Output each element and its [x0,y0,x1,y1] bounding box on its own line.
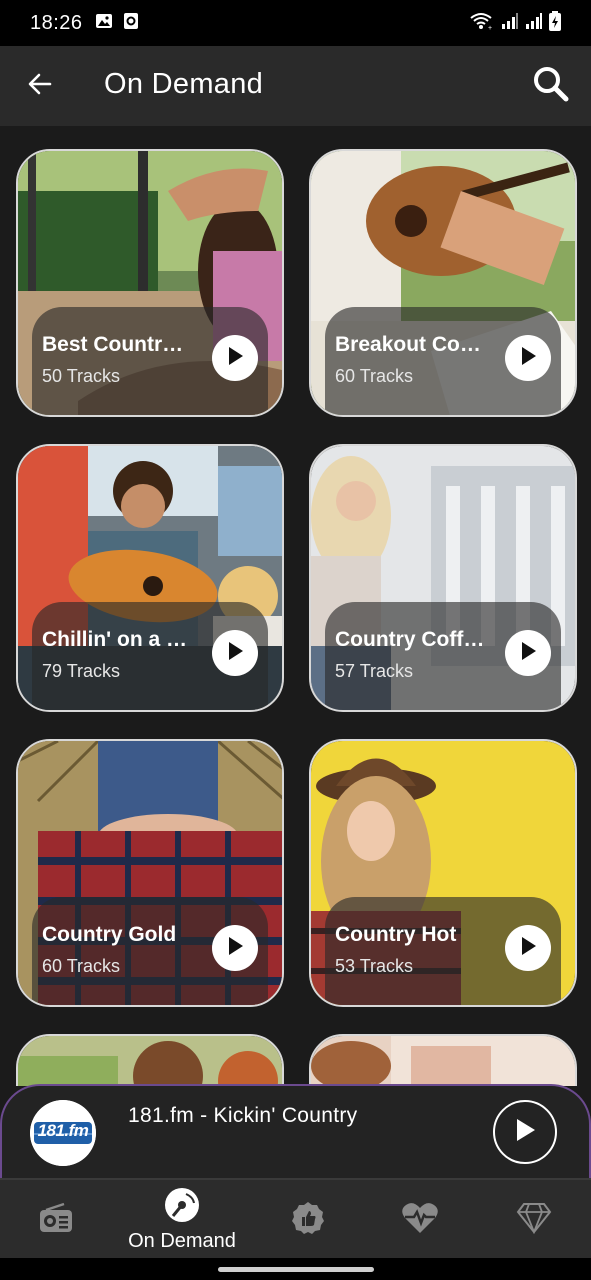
card-track-count: 50 Tracks [42,366,121,386]
wifi-icon: + [469,11,495,36]
now-playing-title: 181.fm - Kickin' Country [128,1104,358,1127]
status-time: 18:26 [30,11,83,34]
playlist-grid: Best Country ... 50 Tracks Breakout Cou.… [0,126,591,1086]
play-icon [519,936,537,961]
card-title: Country Hot [335,923,457,946]
playlist-artwork [311,1036,575,1086]
playlist-card[interactable] [16,1034,284,1086]
nav-on-demand[interactable]: On Demand [112,1180,252,1260]
back-button[interactable] [22,68,58,104]
gallery-icon [95,12,113,35]
playlist-card[interactable]: Chillin' on a Di... 79 Tracks [16,444,284,712]
diamond-icon [516,1202,552,1239]
playlist-artwork [18,1036,282,1086]
playlist-card[interactable]: Breakout Cou... 60 Tracks [309,149,577,417]
arrow-back-icon [26,70,54,103]
card-title: Country Gold [42,923,177,946]
card-track-count: 57 Tracks [335,661,414,681]
play-icon [519,641,537,666]
battery-icon [549,10,561,36]
status-bar: 18:26 + [0,0,591,46]
radio-icon [38,1202,74,1239]
signal-icon-1 [501,12,519,35]
app-bar: On Demand [0,46,591,126]
play-button[interactable] [505,925,551,971]
station-logo-text: 181.fm [37,1121,89,1140]
play-button[interactable] [505,630,551,676]
mini-player[interactable]: 181.fm 181.fm - Kickin' Country [0,1084,591,1178]
svg-text:+: + [488,25,492,31]
play-button[interactable] [212,335,258,381]
play-button[interactable] [212,925,258,971]
playlist-card[interactable]: Best Country ... 50 Tracks [16,149,284,417]
card-track-count: 53 Tracks [335,956,414,976]
nav-label-on-demand: On Demand [128,1230,236,1252]
card-track-count: 60 Tracks [42,956,121,976]
card-title: Breakout Cou... [335,333,485,356]
play-icon [226,346,244,371]
signal-icon-2 [525,12,543,35]
page-title: On Demand [104,68,264,100]
station-logo: 181.fm [30,1100,96,1166]
search-button[interactable] [531,66,571,106]
card-title: Chillin' on a Di... [42,628,192,651]
card-title: Best Country ... [42,333,192,356]
playlist-card[interactable]: Country Coffe... 57 Tracks [309,444,577,712]
playlist-card[interactable]: Country Hot 53 Tracks [309,739,577,1007]
card-track-count: 60 Tracks [335,366,414,386]
card-track-count: 79 Tracks [42,661,121,681]
heart-pulse-icon [401,1201,439,1240]
home-indicator[interactable] [218,1267,374,1272]
search-icon [532,65,570,108]
app-notification-icon [123,12,139,35]
vinyl-disc-icon [164,1187,200,1228]
play-icon [226,936,244,961]
bottom-navigation: On Demand [0,1178,591,1258]
nav-radio[interactable] [20,1180,92,1260]
playlist-card[interactable]: Country Gold 60 Tracks [16,739,284,1007]
play-icon [513,1117,537,1148]
play-icon [226,641,244,666]
nav-premium[interactable] [498,1180,570,1260]
play-button[interactable] [505,335,551,381]
card-title: Country Coffe... [335,628,485,651]
mini-player-play-button[interactable] [493,1100,557,1164]
nav-favorites[interactable] [384,1180,456,1260]
app-screen: 18:26 + On Demand Best Country ... 50 Tr… [0,0,591,1280]
playlist-card[interactable] [309,1034,577,1086]
play-button[interactable] [212,630,258,676]
nav-recommendations[interactable] [272,1180,344,1260]
thumbs-up-badge-icon [290,1200,326,1241]
play-icon [519,346,537,371]
